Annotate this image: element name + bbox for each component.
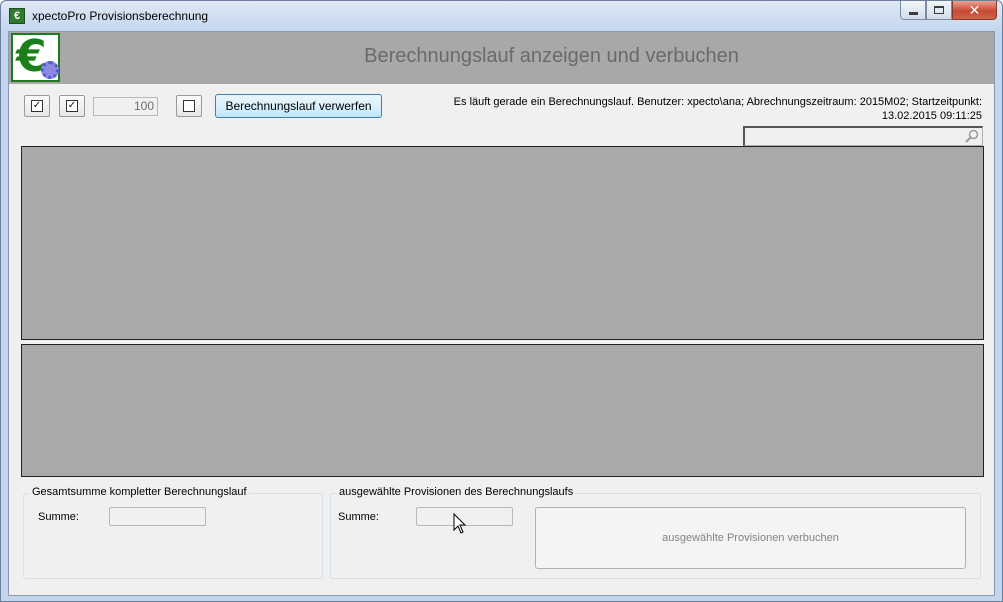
- page-title: Berechnungslauf anzeigen und verbuchen: [364, 45, 739, 67]
- minimize-button[interactable]: [900, 1, 926, 20]
- close-icon: ✕: [968, 1, 981, 18]
- close-button[interactable]: ✕: [952, 1, 997, 20]
- maximize-button[interactable]: [926, 1, 952, 20]
- mouse-cursor-icon: [453, 513, 467, 534]
- total-sum-group-label: Gesamtsumme kompletter Berechnungslauf: [30, 486, 249, 498]
- run-status-line-1: Es läuft gerade ein Berechnungslauf. Ben…: [453, 96, 982, 108]
- selected-sum-label: Summe:: [338, 511, 379, 523]
- checkmark-icon: ✓: [66, 100, 78, 112]
- selected-commissions-group-label: ausgewählte Provisionen des Berechnungsl…: [337, 486, 576, 498]
- window-controls: ✕: [900, 1, 997, 21]
- window-title: xpectoPro Provisionsberechnung: [32, 9, 209, 23]
- filter-checkbox[interactable]: ✓: [59, 95, 85, 117]
- search-input[interactable]: [743, 126, 983, 146]
- minimize-icon: [908, 12, 918, 15]
- run-status: Es läuft gerade ein Berechnungslauf. Ben…: [422, 95, 982, 123]
- empty-checkbox-icon: [183, 100, 195, 112]
- search-icon[interactable]: [965, 129, 979, 143]
- app-window: € xpectoPro Provisionsberechnung ✕ € Ber…: [0, 0, 1003, 602]
- maximize-icon: [934, 6, 944, 14]
- title-bar[interactable]: € xpectoPro Provisionsberechnung ✕: [1, 1, 1002, 31]
- discard-run-button[interactable]: Berechnungslauf verwerfen: [215, 94, 382, 118]
- total-sum-label: Summe:: [38, 511, 79, 523]
- count-field[interactable]: 100: [93, 97, 158, 116]
- app-euro-icon: €: [9, 8, 25, 24]
- commission-details-grid[interactable]: [21, 344, 984, 477]
- option-checkbox[interactable]: [176, 95, 202, 117]
- total-sum-field: [109, 507, 206, 526]
- total-sum-group: Gesamtsumme kompletter Berechnungslauf S…: [23, 486, 323, 579]
- header-banner: € Berechnungslauf anzeigen und verbuchen: [9, 31, 994, 84]
- run-status-line-2: 13.02.2015 09:11:25: [881, 110, 982, 122]
- client-area: € Berechnungslauf anzeigen und verbuchen…: [8, 31, 995, 596]
- selected-commissions-group: ausgewählte Provisionen des Berechnungsl…: [330, 486, 981, 579]
- checkmark-icon: ✓: [31, 100, 43, 112]
- select-all-checkbox[interactable]: ✓: [24, 95, 50, 117]
- book-selected-button[interactable]: ausgewählte Provisionen verbuchen: [535, 507, 966, 569]
- calculation-run-grid[interactable]: [21, 146, 984, 340]
